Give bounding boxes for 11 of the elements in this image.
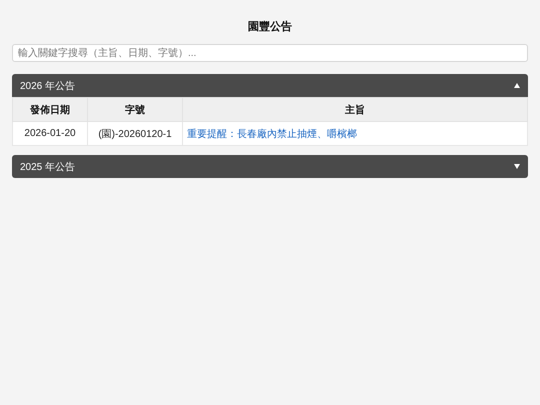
section-header[interactable]: 2026 年公告 xyxy=(12,74,528,97)
column-header: 主旨 xyxy=(182,98,528,122)
section-title: 2025 年公告 xyxy=(20,160,76,174)
column-header: 發佈日期 xyxy=(12,98,88,122)
page-title: 園豐公告 xyxy=(247,20,293,34)
section-header[interactable]: 2025 年公告 xyxy=(12,155,528,178)
table-cell: 2026-01-20 xyxy=(12,122,88,146)
column-header: 字號 xyxy=(88,98,182,122)
section-title: 2026 年公告 xyxy=(20,80,76,92)
table-cell: (園)-20260120-1 xyxy=(88,122,182,146)
search-field[interactable]: 輸入關鍵字搜尋（主旨、日期、字號）... xyxy=(12,44,528,62)
